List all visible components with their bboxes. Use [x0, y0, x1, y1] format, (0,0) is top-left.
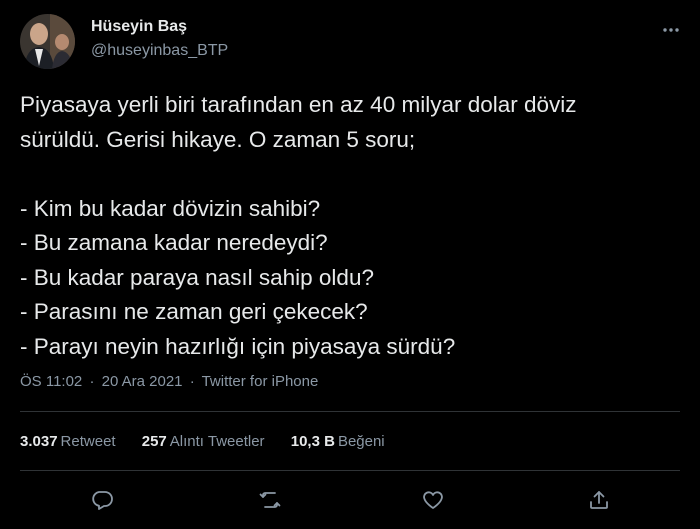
tweet-line: Piyasaya yerli biri tarafından en az 40 …: [20, 92, 577, 117]
likes-count: 10,3 B: [290, 433, 335, 450]
tweet-line: - Bu zamana kadar neredeydi?: [20, 230, 328, 255]
more-icon[interactable]: [662, 22, 680, 33]
tweet-line: - Parasını ne zaman geri çekecek?: [20, 299, 368, 324]
divider: [20, 470, 680, 471]
meta-separator: ·: [89, 373, 95, 390]
retweets-label: Retweet: [60, 433, 116, 450]
divider: [20, 411, 680, 412]
tweet-meta: ÖS 11:02 · 20 Ara 2021 · Twitter for iPh…: [20, 373, 318, 390]
retweets-stat[interactable]: 3.037 Retweet: [20, 433, 116, 450]
author-avatar[interactable]: [20, 14, 75, 69]
tweet-line: - Bu kadar paraya nasıl sahip oldu?: [20, 264, 374, 290]
retweets-count: 3.037: [20, 433, 58, 450]
tweet-line: - Kim bu kadar dövizin sahibi?: [20, 195, 321, 221]
tweet-time[interactable]: ÖS 11:02: [20, 373, 82, 390]
share-icon[interactable]: [581, 482, 617, 518]
likes-label: Beğeni: [337, 433, 385, 450]
like-icon[interactable]: [415, 482, 451, 518]
author-handle[interactable]: @huseyinbas_BTP: [91, 42, 228, 60]
tweet-date[interactable]: 20 Ara 2021: [102, 373, 183, 390]
likes-stat[interactable]: 10,3 B Beğeni: [291, 433, 385, 450]
retweet-icon[interactable]: [252, 482, 288, 518]
profile-photo: [20, 14, 75, 69]
tweet-text: Piyasaya yerli biri tarafından en az 40 …: [20, 88, 690, 364]
meta-separator: ·: [189, 373, 195, 390]
quotes-count: 257: [141, 433, 167, 450]
quotes-label: Alıntı Tweetler: [169, 433, 265, 450]
tweet-line: - Parayı neyin hazırlığı için piyasaya s…: [20, 333, 456, 359]
tweet-source[interactable]: Twitter for iPhone: [202, 373, 319, 390]
quotes-stat[interactable]: 257 Alıntı Tweetler: [142, 433, 265, 450]
tweet-card: Hüseyin Baş @huseyinbas_BTP Piyasaya yer…: [0, 0, 700, 529]
reply-icon[interactable]: [84, 482, 120, 518]
author-name[interactable]: Hüseyin Baş: [91, 18, 187, 36]
tweet-stats: 3.037 Retweet 257 Alıntı Tweetler 10,3 B Be…: [20, 433, 407, 450]
more-dots: [663, 28, 679, 32]
tweet-actions: [0, 482, 700, 518]
tweet-line: sürüldü. Gerisi hikaye. O zaman 5 soru;: [20, 126, 416, 152]
